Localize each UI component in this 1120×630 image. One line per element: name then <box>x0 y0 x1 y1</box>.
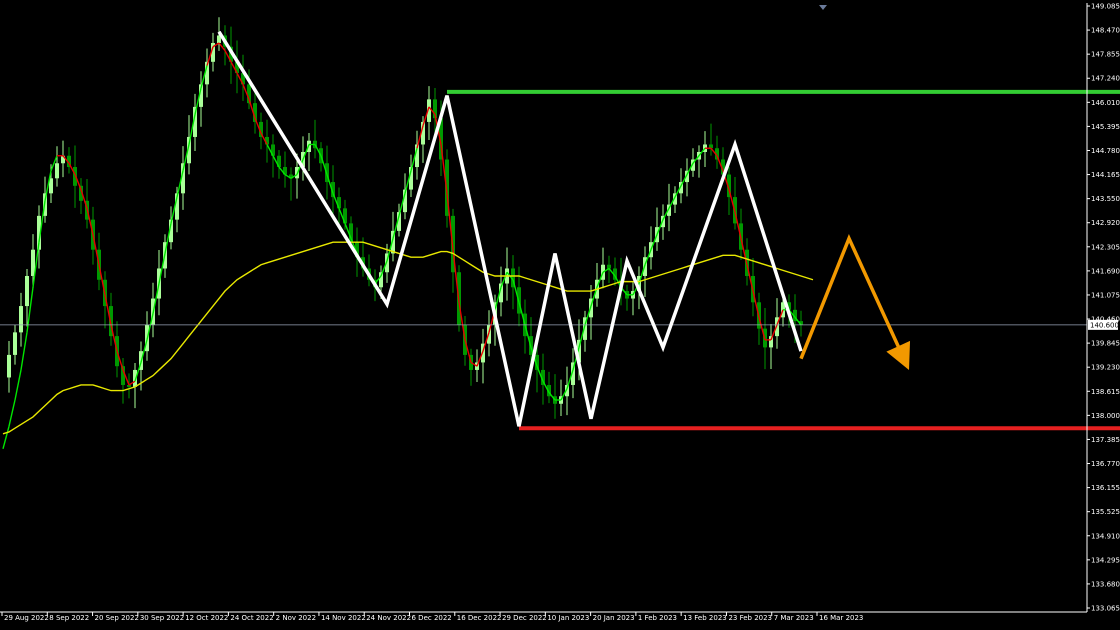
candle-body <box>7 354 11 378</box>
candle <box>697 145 701 178</box>
y-tick-label: 141.690 <box>1091 267 1120 275</box>
candle <box>289 167 293 201</box>
candle <box>769 324 773 370</box>
y-tick-label: 134.910 <box>1091 532 1120 540</box>
candle <box>13 324 17 365</box>
y-tick-label: 147.855 <box>1091 51 1120 59</box>
projection-layer <box>799 233 911 370</box>
candle <box>313 119 317 159</box>
ma-fast-segment <box>14 369 22 401</box>
y-tick-label: 141.075 <box>1091 291 1120 299</box>
x-tick-label: 1 Feb 2023 <box>638 614 677 622</box>
y-tick-label: 135.525 <box>1091 508 1120 516</box>
candle <box>625 284 629 311</box>
candle-body <box>25 275 29 307</box>
current-price-tag: 140.600 <box>1088 319 1119 330</box>
ma-fast-segment <box>20 332 28 371</box>
y-tick-label: 138.000 <box>1091 412 1120 420</box>
candle <box>235 40 239 94</box>
levels-layer <box>0 89 1120 431</box>
x-tick-label: 16 Dec 2022 <box>457 614 502 622</box>
candle <box>655 207 659 251</box>
x-tick-label: 6 Dec 2022 <box>412 614 452 622</box>
x-tick-label: 10 Jan 2023 <box>547 614 589 622</box>
candle <box>469 348 473 386</box>
y-tick-label: 144.165 <box>1091 171 1120 179</box>
y-tick-label: 149.085 <box>1091 3 1120 11</box>
x-tick-label: 8 Sep 2022 <box>49 614 89 622</box>
candle <box>715 135 719 169</box>
candle <box>7 340 11 393</box>
y-tick-label: 142.305 <box>1091 243 1120 251</box>
candle <box>601 247 605 289</box>
candles-layer <box>7 17 803 419</box>
x-tick-label: 16 Mar 2023 <box>819 614 863 622</box>
candle <box>631 282 635 316</box>
y-tick-label: 137.385 <box>1091 436 1120 444</box>
x-tick-label: 23 Feb 2023 <box>728 614 772 622</box>
x-tick-label: 20 Jan 2023 <box>593 614 635 622</box>
ma-fast-segment <box>2 426 10 450</box>
price-chart[interactable]: 149.085 148.470 147.855 147.240 146.010 145.3… <box>0 0 1120 630</box>
y-axis-ticks: 149.085 148.470 147.855 147.240 146.010 145.3… <box>1087 3 1120 613</box>
y-tick-label: 146.010 <box>1091 99 1120 107</box>
moving-averages-layer <box>2 42 814 450</box>
x-tick-label: 14 Nov 2022 <box>321 614 366 622</box>
x-tick-label: 12 Oct 2022 <box>185 614 228 622</box>
candle <box>199 71 203 127</box>
candle-body <box>13 332 17 355</box>
y-tick-label: 136.770 <box>1091 460 1120 468</box>
y-tick-label: 139.845 <box>1091 340 1120 348</box>
candle <box>643 246 647 297</box>
ma-fast-segment <box>8 399 16 427</box>
y-tick-label: 148.470 <box>1091 27 1120 35</box>
candle-body <box>127 384 131 387</box>
candle <box>553 374 557 419</box>
current-price-label: 140.600 <box>1090 321 1119 329</box>
y-tick-label: 134.295 <box>1091 556 1120 564</box>
x-tick-label: 2 Nov 2022 <box>276 614 316 622</box>
y-tick-label: 133.065 <box>1091 605 1120 613</box>
candle-body <box>607 264 611 269</box>
candle-body <box>55 163 59 179</box>
y-tick-label: 144.780 <box>1091 147 1120 155</box>
y-tick-label: 136.155 <box>1091 484 1120 492</box>
x-tick-label: 29 Aug 2022 <box>4 614 49 622</box>
candle <box>283 151 287 188</box>
x-axis-ticks: 29 Aug 2022 8 Sep 2022 20 Sep 2022 30 Sep 2… <box>1 612 863 622</box>
x-tick-label: 24 Nov 2022 <box>366 614 411 622</box>
candle <box>307 132 311 172</box>
x-tick-label: 24 Oct 2022 <box>230 614 273 622</box>
y-tick-label: 133.680 <box>1091 580 1120 588</box>
scroll-marker-icon[interactable] <box>819 5 827 10</box>
y-tick-label: 145.395 <box>1091 123 1120 131</box>
candle <box>61 140 65 178</box>
x-tick-label: 7 Mar 2023 <box>774 614 814 622</box>
candle <box>127 373 131 399</box>
candle <box>733 177 737 230</box>
x-tick-label: 29 Dec 2022 <box>502 614 547 622</box>
candle <box>19 292 23 347</box>
x-tick-label: 30 Sep 2022 <box>140 614 184 622</box>
x-tick-label: 13 Feb 2023 <box>683 614 727 622</box>
y-tick-label: 139.230 <box>1091 364 1120 372</box>
candle <box>67 147 71 174</box>
projection-path <box>799 233 902 360</box>
y-tick-label: 138.615 <box>1091 388 1120 396</box>
x-tick-label: 20 Sep 2022 <box>95 614 139 622</box>
candle-body <box>19 306 23 333</box>
candle <box>55 146 59 187</box>
y-tick-label: 147.240 <box>1091 75 1120 83</box>
y-tick-label: 142.920 <box>1091 219 1120 227</box>
candle <box>241 54 245 101</box>
candle <box>547 371 551 404</box>
candle <box>613 257 617 286</box>
y-tick-label: 143.550 <box>1091 195 1120 203</box>
